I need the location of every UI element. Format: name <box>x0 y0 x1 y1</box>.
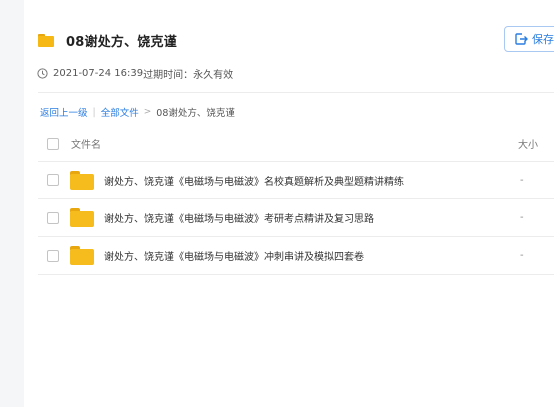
breadcrumb-all-files-link[interactable]: 全部文件 <box>101 105 139 119</box>
folder-icon <box>38 33 54 47</box>
expire-label: 过期时间： <box>143 70 194 81</box>
share-timestamp: 2021-07-24 16:39 <box>53 68 144 79</box>
file-size: - <box>520 212 524 223</box>
save-icon <box>515 33 528 45</box>
breadcrumb: 返回上一级 | 全部文件 > 08谢处方、饶克谨 <box>40 105 235 120</box>
column-header-size[interactable]: 大小 <box>518 136 538 151</box>
table-row[interactable]: 谢处方、饶克谨《电磁场与电磁波》冲刺串讲及模拟四套卷 - <box>38 237 554 275</box>
share-header: 08谢处方、饶克谨 <box>38 30 177 50</box>
file-size: - <box>520 174 524 186</box>
folder-icon <box>70 246 94 265</box>
breadcrumb-back-link[interactable]: 返回上一级 <box>40 105 88 119</box>
table-header: 文件名 大小 <box>38 126 554 162</box>
table-row[interactable]: 谢处方、饶克谨《电磁场与电磁波》考研考点精讲及复习思路 - <box>38 199 554 237</box>
share-meta: 2021-07-24 16:39 过期时间： 永久有效 <box>37 66 233 81</box>
header-divider <box>38 92 554 93</box>
breadcrumb-separator: | <box>92 106 96 118</box>
clock-icon <box>37 68 48 79</box>
expire-value: 永久有效 <box>193 70 234 81</box>
breadcrumb-current: 08谢处方、饶克谨 <box>156 108 235 119</box>
folder-icon <box>70 208 94 227</box>
save-button-label: 保存到 <box>532 33 554 46</box>
row-checkbox[interactable] <box>47 211 59 224</box>
breadcrumb-arrow-icon: > <box>143 107 152 117</box>
table-row[interactable]: 谢处方、饶克谨《电磁场与电磁波》名校真题解析及典型题精讲精练 - <box>38 162 554 199</box>
row-checkbox[interactable] <box>47 174 59 186</box>
file-name-link[interactable]: 谢处方、饶克谨《电磁场与电磁波》冲刺串讲及模拟四套卷 <box>104 248 364 263</box>
folder-icon <box>70 170 94 190</box>
select-all-checkbox[interactable] <box>47 137 59 150</box>
file-name-link[interactable]: 谢处方、饶克谨《电磁场与电磁波》名校真题解析及典型题精讲精练 <box>104 173 404 188</box>
share-panel: 08谢处方、饶克谨 保存到 2021-07-24 16:39 过期时间： 永久有… <box>24 0 554 407</box>
column-header-name[interactable]: 文件名 <box>71 136 101 151</box>
file-size: - <box>520 250 524 261</box>
file-name-link[interactable]: 谢处方、饶克谨《电磁场与电磁波》考研考点精讲及复习思路 <box>104 210 374 225</box>
save-button[interactable]: 保存到 <box>504 26 554 52</box>
page-title: 08谢处方、饶克谨 <box>66 34 177 50</box>
row-checkbox[interactable] <box>47 249 59 262</box>
